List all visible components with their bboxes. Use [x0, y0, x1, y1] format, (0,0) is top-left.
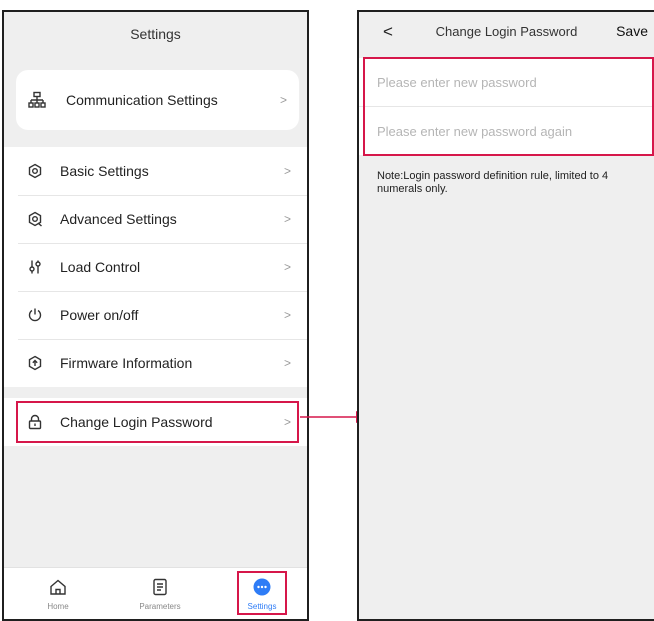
firmware-information-label: Firmware Information	[60, 355, 193, 371]
advanced-gear-icon	[26, 210, 44, 228]
chevron-right-icon: >	[283, 260, 291, 274]
network-icon	[28, 91, 46, 109]
change-password-screen: < Change Login Password Save Note:Login …	[357, 10, 654, 621]
document-icon	[151, 578, 169, 596]
chevron-right-icon: >	[283, 308, 291, 322]
advanced-settings-item[interactable]: Advanced Settings >	[4, 195, 307, 243]
settings-list: Basic Settings > Advanced Settings > Loa…	[4, 147, 307, 387]
tab-home-label: Home	[47, 602, 69, 611]
load-control-label: Load Control	[60, 259, 141, 275]
basic-settings-label: Basic Settings	[60, 163, 149, 179]
communication-card: Communication Settings >	[16, 70, 299, 130]
basic-settings-item[interactable]: Basic Settings >	[4, 147, 307, 195]
sliders-icon	[26, 258, 44, 276]
chevron-right-icon: >	[279, 93, 287, 107]
change-password-highlight	[16, 401, 299, 443]
settings-tab-highlight	[237, 571, 287, 615]
power-on-off-item[interactable]: Power on/off >	[4, 291, 307, 339]
chevron-right-icon: >	[283, 212, 291, 226]
power-icon	[26, 306, 44, 324]
communication-settings-item[interactable]: Communication Settings >	[16, 70, 299, 130]
tab-parameters-label: Parameters	[139, 602, 181, 611]
load-control-item[interactable]: Load Control >	[4, 243, 307, 291]
chevron-right-icon: >	[283, 356, 291, 370]
home-icon	[49, 578, 67, 596]
page-title: Change Login Password	[435, 24, 578, 39]
communication-settings-label: Communication Settings	[66, 92, 218, 108]
firmware-information-item[interactable]: Firmware Information >	[4, 339, 307, 387]
settings-title: Settings	[4, 12, 307, 56]
advanced-settings-label: Advanced Settings	[60, 211, 177, 227]
upload-icon	[26, 354, 44, 372]
chevron-right-icon: >	[283, 164, 291, 178]
power-on-off-label: Power on/off	[60, 307, 139, 323]
save-button[interactable]: Save	[616, 23, 648, 39]
gear-icon	[26, 162, 44, 180]
tab-home[interactable]: Home	[28, 568, 88, 619]
change-password-header: < Change Login Password Save	[359, 12, 654, 52]
password-rule-note: Note:Login password definition rule, lim…	[377, 170, 609, 195]
tab-parameters[interactable]: Parameters	[130, 568, 190, 619]
password-fields-highlight	[363, 57, 654, 156]
settings-screen: Settings Communication Settings > Basic …	[2, 10, 309, 621]
